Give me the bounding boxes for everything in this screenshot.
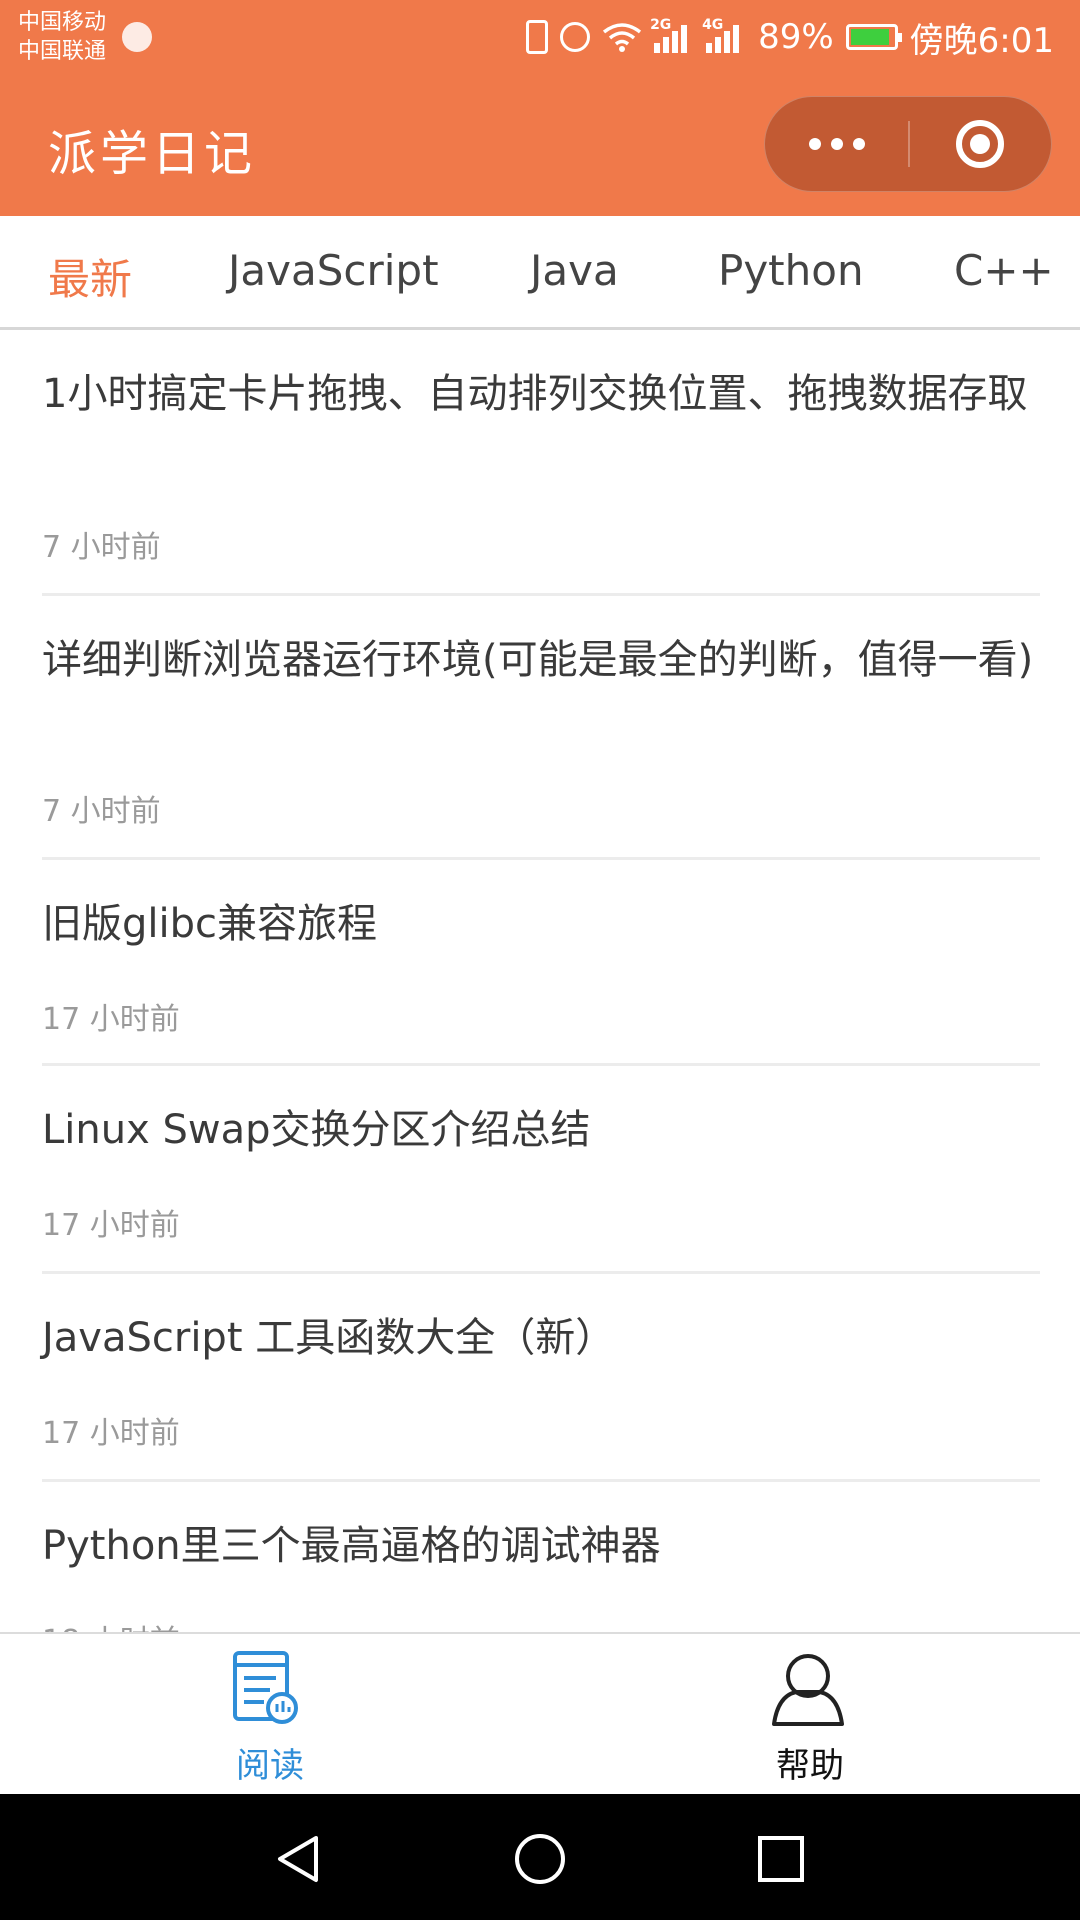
back-icon[interactable] (272, 1832, 326, 1886)
tab-javascript[interactable]: JavaScript (228, 246, 439, 295)
article-title: 旧版glibc兼容旅程 (42, 901, 377, 947)
alarm-icon (560, 22, 591, 52)
user-profile-icon (772, 1654, 844, 1726)
category-tabs: 最新 JavaScript Java Python C++ (0, 216, 1080, 330)
tab-help-label: 帮助 (776, 1746, 844, 1786)
carrier-info: 中国移动 中国联通 (18, 8, 106, 66)
article-title: Linux Swap交换分区介绍总结 (42, 1107, 591, 1153)
article-time: 17 小时前 (42, 1002, 180, 1037)
signal-2-icon: 4G (702, 17, 746, 53)
article-title: JavaScript 工具函数大全（新） (42, 1315, 616, 1361)
list-item[interactable]: Linux Swap交换分区介绍总结 17 小时前 (42, 1066, 1040, 1274)
app-title: 派学日记 (48, 126, 257, 182)
tab-cpp[interactable]: C++ (954, 246, 1054, 295)
article-title: Python里三个最高逼格的调试神器 (42, 1523, 661, 1569)
battery-icon (845, 24, 902, 50)
app-header: 派学日记 (0, 76, 1080, 216)
list-item[interactable]: Python里三个最高逼格的调试神器 18 小时前 (42, 1482, 1040, 1632)
article-list-icon (233, 1651, 298, 1724)
signal-2-tag: 4G (702, 17, 724, 33)
list-item[interactable]: 旧版glibc兼容旅程 17 小时前 (42, 860, 1040, 1066)
article-time: 7 小时前 (42, 530, 161, 565)
clock: 傍晚6:01 (909, 20, 1054, 61)
signal-1-icon: 2G (650, 17, 694, 53)
article-time: 17 小时前 (42, 1416, 180, 1451)
article-time: 18 小时前 (42, 1616, 180, 1632)
carrier-2: 中国联通 (18, 39, 107, 64)
article-title: 1小时搞定卡片拖拽、自动排列交换位置、拖拽数据存取 (42, 371, 1028, 417)
system-nav-bar (0, 1794, 1080, 1920)
article-time: 7 小时前 (42, 794, 161, 829)
tab-python[interactable]: Python (718, 246, 864, 295)
carrier-1: 中国移动 (18, 10, 107, 35)
close-target-icon[interactable] (910, 97, 1051, 191)
article-list: 1小时搞定卡片拖拽、自动排列交换位置、拖拽数据存取 7 小时前 详细判断浏览器运… (0, 330, 1080, 1632)
signal-1-tag: 2G (650, 17, 672, 33)
status-icons: 2G 4G 89% 傍晚6:01 (526, 12, 1054, 62)
tab-java[interactable]: Java (530, 246, 619, 295)
wifi-icon (602, 23, 642, 52)
home-icon[interactable] (513, 1832, 567, 1886)
hd-call-icon (122, 22, 152, 52)
article-title: 详细判断浏览器运行环境(可能是最全的判断，值得一看) (42, 637, 1034, 683)
vibrate-icon (526, 20, 549, 54)
status-bar: 中国移动 中国联通 2G 4G 89% 傍晚6:01 (0, 0, 1080, 76)
battery-percent: 89% (758, 17, 834, 57)
mini-program-capsule (764, 96, 1052, 192)
tab-read[interactable]: 阅读 (0, 1634, 540, 1794)
tab-latest[interactable]: 最新 (48, 246, 132, 307)
list-item[interactable]: 1小时搞定卡片拖拽、自动排列交换位置、拖拽数据存取 7 小时前 (42, 330, 1040, 596)
recents-icon[interactable] (754, 1832, 808, 1886)
tab-read-label: 阅读 (236, 1746, 304, 1786)
list-item[interactable]: JavaScript 工具函数大全（新） 17 小时前 (42, 1274, 1040, 1482)
list-item[interactable]: 详细判断浏览器运行环境(可能是最全的判断，值得一看) 7 小时前 (42, 596, 1040, 860)
more-dots-icon[interactable] (765, 97, 908, 191)
bottom-tab-bar: 阅读 帮助 (0, 1632, 1080, 1794)
article-time: 17 小时前 (42, 1208, 180, 1243)
